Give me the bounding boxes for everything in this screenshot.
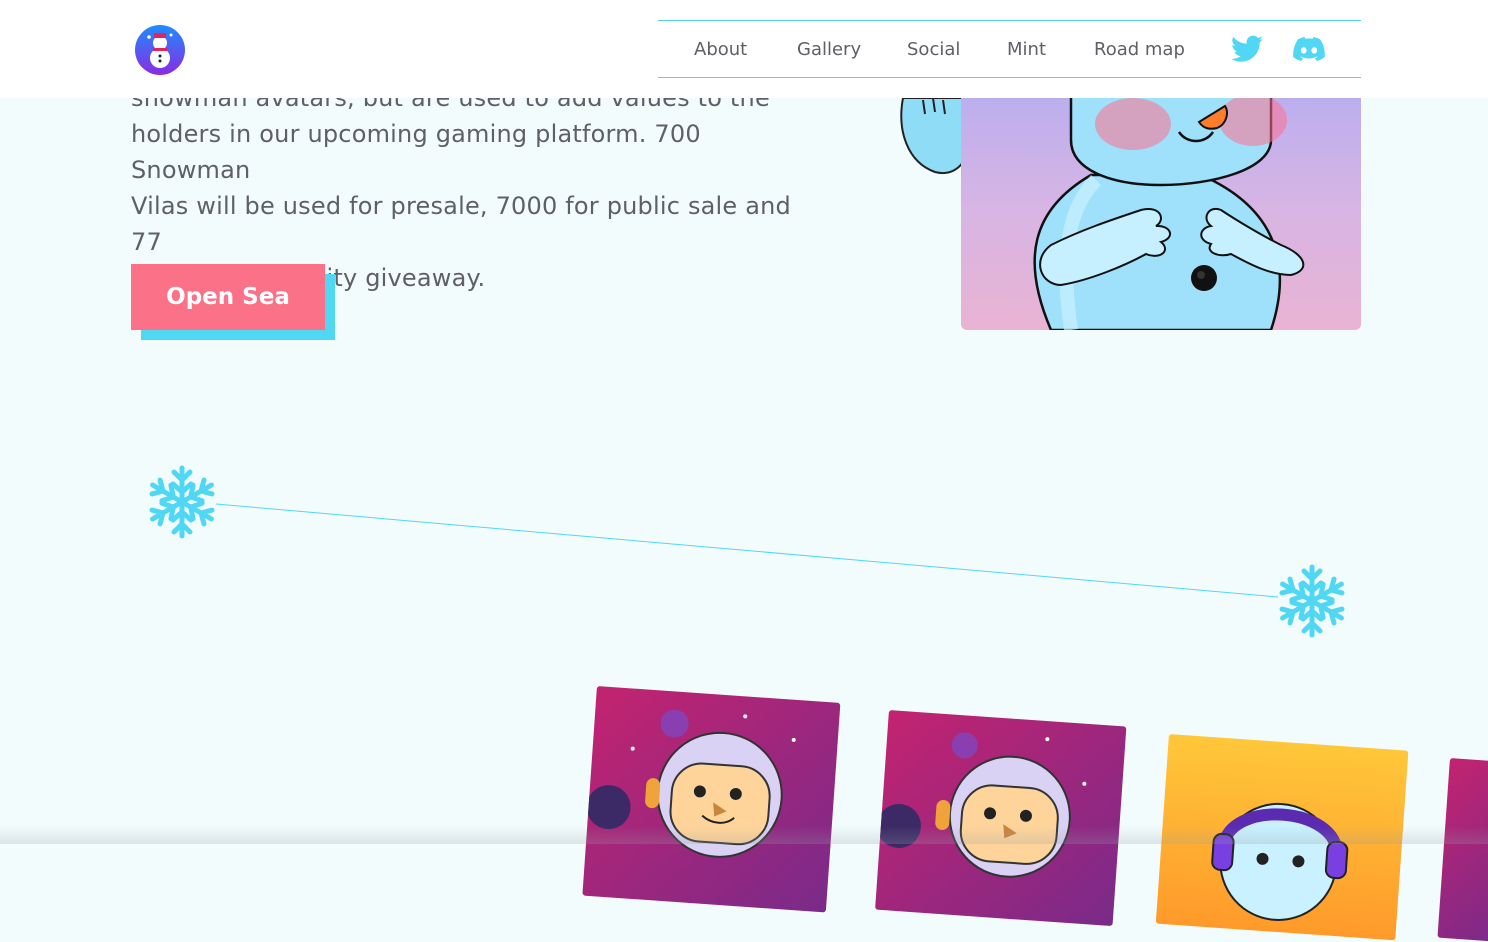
astronaut-snowman-illustration [876,732,1087,878]
divider-line [215,503,1279,598]
page-shadow [0,826,1488,844]
logo[interactable] [134,24,186,76]
snowman-image [961,60,1361,330]
gallery-card[interactable] [1437,758,1488,942]
nav-mint[interactable]: Mint [1007,39,1046,60]
nav-roadmap[interactable]: Road map [1094,39,1185,60]
opensea-button[interactable]: Open Sea [131,264,325,330]
gallery-card-astronaut[interactable] [582,686,841,913]
site-header: About Gallery Social Mint Road map [0,0,1488,98]
nav-about[interactable]: About [694,39,747,60]
snowflake-divider [0,465,1488,660]
main-nav: About Gallery Social Mint Road map [658,20,1361,78]
discord-icon[interactable] [1293,35,1325,63]
twitter-icon[interactable] [1231,35,1263,63]
nav-gallery[interactable]: Gallery [797,39,861,60]
about-line: holders in our upcoming gaming platform.… [131,120,701,184]
astronaut-snowman-illustration [586,709,796,858]
about-line: Vilas will be used for presale, 7000 for… [131,192,791,256]
gallery-card-astronaut[interactable] [875,710,1127,927]
snowman-logo-icon [135,25,185,75]
snowflake-icon [148,465,216,536]
snowman-illustration [1033,78,1305,330]
snowflake-icon [1278,567,1346,635]
opensea-button-group: Open Sea [131,264,335,340]
nav-social[interactable]: Social [907,39,960,60]
